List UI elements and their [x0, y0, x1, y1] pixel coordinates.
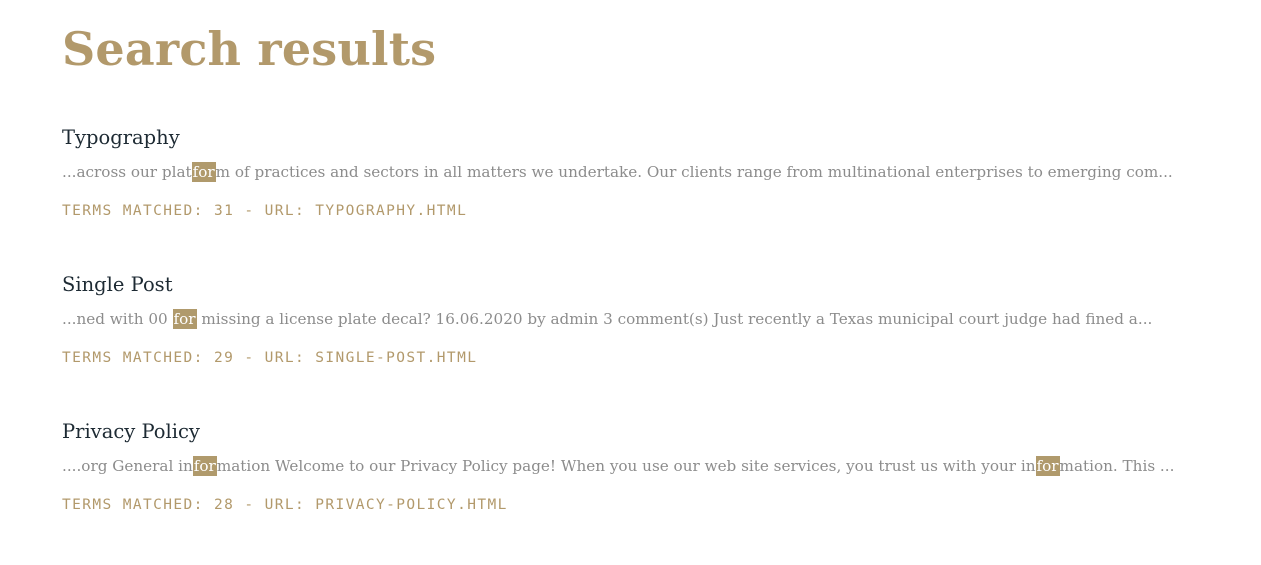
- terms-matched-label: TERMS MATCHED: 28 - URL:: [62, 497, 316, 513]
- result-meta: TERMS MATCHED: 29 - URL: SINGLE-POST.HTM…: [62, 348, 1242, 368]
- match-highlight: for: [172, 309, 197, 329]
- terms-matched-label: TERMS MATCHED: 31 - URL:: [62, 203, 316, 219]
- result-excerpt: ...ned with 00 for missing a license pla…: [62, 308, 1242, 330]
- excerpt-text: ....org General in: [62, 457, 193, 475]
- excerpt-text: ...ned with 00: [62, 310, 173, 328]
- match-highlight: for: [191, 162, 216, 182]
- result-excerpt: ...across our platform of practices and …: [62, 161, 1242, 183]
- result-meta: TERMS MATCHED: 28 - URL: PRIVACY-POLICY.…: [62, 495, 1242, 515]
- search-result: Single Post ...ned with 00 for missing a…: [62, 272, 1242, 368]
- result-url-link[interactable]: PRIVACY-POLICY.HTML: [315, 497, 507, 513]
- result-title-link[interactable]: Single Post: [62, 272, 1242, 298]
- result-title-link[interactable]: Typography: [62, 125, 1242, 151]
- excerpt-text: mation Welcome to our Privacy Policy pag…: [216, 457, 1036, 475]
- search-result: Privacy Policy ....org General informati…: [62, 419, 1242, 515]
- page-title: Search results: [62, 22, 437, 76]
- excerpt-text: missing a license plate decal? 16.06.202…: [196, 310, 1153, 328]
- excerpt-text: mation. This ...: [1059, 457, 1175, 475]
- match-highlight: for: [192, 456, 217, 476]
- result-title-link[interactable]: Privacy Policy: [62, 419, 1242, 445]
- excerpt-text: m of practices and sectors in all matter…: [215, 163, 1173, 181]
- result-url-link[interactable]: TYPOGRAPHY.HTML: [315, 203, 467, 219]
- excerpt-text: ...across our plat: [62, 163, 192, 181]
- result-url-link[interactable]: SINGLE-POST.HTML: [315, 350, 477, 366]
- result-excerpt: ....org General information Welcome to o…: [62, 455, 1242, 477]
- search-result: Typography ...across our platform of pra…: [62, 125, 1242, 221]
- terms-matched-label: TERMS MATCHED: 29 - URL:: [62, 350, 316, 366]
- match-highlight: for: [1035, 456, 1060, 476]
- result-meta: TERMS MATCHED: 31 - URL: TYPOGRAPHY.HTML: [62, 201, 1242, 221]
